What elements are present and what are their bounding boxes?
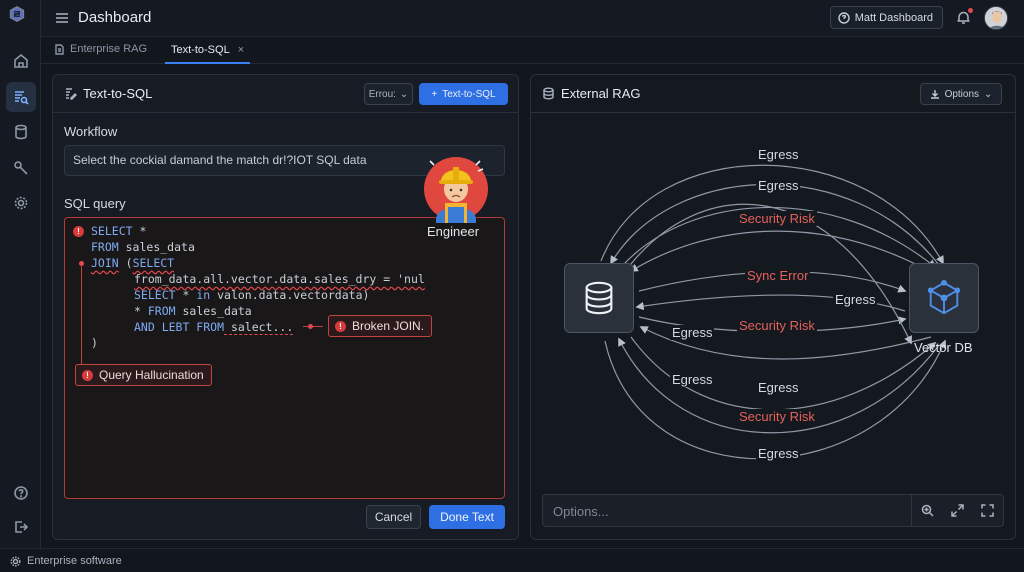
question-circle-icon <box>838 11 850 24</box>
rail-tools-icon[interactable] <box>6 153 36 183</box>
tab-text-to-sql[interactable]: Text-to-SQL × <box>165 37 251 64</box>
rail-settings-icon[interactable] <box>6 188 36 218</box>
rail-query-icon[interactable] <box>6 82 36 112</box>
edge-top-4 <box>629 230 930 272</box>
broken-join-error-badge[interactable]: ! Broken JOIN. <box>328 315 433 337</box>
menu-icon[interactable] <box>55 11 69 25</box>
chevron-down-icon: ⌄ <box>399 88 409 100</box>
edge-label-egress: Egress <box>670 372 715 387</box>
edge-label-egress: Egress <box>756 446 801 461</box>
mode-select-value: Errou: <box>368 88 396 100</box>
database-stack-icon <box>585 281 613 315</box>
page-title: Dashboard <box>78 9 152 26</box>
bell-icon[interactable] <box>956 8 973 26</box>
document-icon <box>55 43 64 55</box>
fullscreen-icon[interactable] <box>981 504 995 517</box>
query-hallucination-error-badge[interactable]: ! Query Hallucination <box>75 364 212 386</box>
text-to-sql-button-label: Text-to-SQL <box>442 88 496 100</box>
status-label: Enterprise software <box>27 555 122 567</box>
rail-logout-icon[interactable] <box>6 512 36 542</box>
panel-title-label: Text-to-SQL <box>83 86 153 101</box>
edge-label-egress: Egress <box>756 380 801 395</box>
app-logo-icon[interactable] <box>9 6 31 28</box>
gear-icon <box>10 555 21 567</box>
edge-label-egress: Egress <box>833 292 878 307</box>
options-input[interactable]: Options... <box>542 494 1004 527</box>
chevron-down-icon: ⌄ <box>984 88 993 100</box>
edge-label-security-risk: Security Risk <box>737 409 817 424</box>
tab-close-icon[interactable]: × <box>238 44 244 56</box>
options-button[interactable]: Options ⌄ <box>920 83 1002 105</box>
breadcrumb-label: Enterprise RAG <box>70 43 148 55</box>
panel-header: Text-to-SQL Errou: ⌄ + Text-to-SQL <box>53 75 518 113</box>
sql-line-2: FROM sales_data <box>91 240 195 254</box>
broken-join-marker <box>308 324 313 329</box>
sql-line-3: JOIN (SELECT <box>91 256 175 270</box>
tab-bar: Enterprise RAG Text-to-SQL × <box>41 37 1024 64</box>
sql-query-label: SQL query <box>64 196 126 211</box>
workflow-label: Workflow <box>64 124 118 139</box>
database-icon <box>543 87 554 100</box>
status-text: Enterprise software <box>10 555 122 567</box>
breadcrumb[interactable]: Enterprise RAG <box>54 43 147 55</box>
edge-label-security-risk: Security Risk <box>737 318 817 333</box>
edge-label-sync-error: Sync Error <box>745 268 811 283</box>
error-icon: ! <box>82 369 93 381</box>
rag-flow-diagram: Vector DB Egress Egress Security Risk Sy… <box>531 113 1017 485</box>
edge-label-egress: Egress <box>756 147 801 162</box>
panel-title: External RAG <box>542 86 640 101</box>
panel-title-label: External RAG <box>561 86 641 101</box>
sql-line-7: AND LEBT FROM salect... <box>134 320 294 335</box>
edge-label-egress: Egress <box>756 178 801 193</box>
edit-document-icon <box>66 88 77 100</box>
topbar: Dashboard Matt Dashboard <box>41 0 1024 37</box>
error-connector-line <box>81 266 82 370</box>
help-account-button[interactable]: Matt Dashboard <box>829 6 943 29</box>
cancel-button[interactable]: Cancel <box>366 505 421 529</box>
sql-line-4: from_data.all.vector.data.sales_dry = 'n… <box>134 272 425 286</box>
tab-label: Text-to-SQL <box>171 43 230 56</box>
expand-icon[interactable] <box>951 504 964 517</box>
options-input-placeholder: Options... <box>553 504 609 519</box>
sql-line-6: * FROM sales_data <box>134 304 252 318</box>
done-text-button[interactable]: Done Text <box>429 505 505 529</box>
text-to-sql-button[interactable]: + Text-to-SQL <box>419 83 508 105</box>
help-button-label: Matt Dashboard <box>854 11 933 24</box>
error-icon: ! <box>335 320 346 332</box>
engineer-label: Engineer <box>427 224 480 239</box>
vector-db-node[interactable] <box>909 263 979 333</box>
diagram-toolbar <box>911 495 1003 526</box>
edge-label-security-risk: Security Risk <box>737 211 817 226</box>
query-hallucination-label: Query Hallucination <box>99 368 204 382</box>
options-button-label: Options <box>944 88 980 100</box>
plus-icon: + <box>431 88 438 100</box>
edge-label-egress: Egress <box>670 325 715 340</box>
left-rail <box>0 0 41 548</box>
rail-database-icon[interactable] <box>6 117 36 147</box>
source-database-node[interactable] <box>564 263 634 333</box>
rail-help-icon[interactable] <box>6 478 36 508</box>
text-to-sql-panel: Text-to-SQL Errou: ⌄ + Text-to-SQL Workf… <box>52 74 519 540</box>
vector-cube-icon <box>927 279 961 315</box>
download-icon <box>930 90 939 99</box>
mode-select[interactable]: Errou: ⌄ <box>364 83 413 105</box>
notification-dot <box>968 8 973 13</box>
broken-join-connector <box>303 326 323 327</box>
rail-home-icon[interactable] <box>6 46 36 76</box>
panel-header: External RAG Options ⌄ <box>531 75 1015 113</box>
sql-line-1: SELECT * <box>91 224 147 238</box>
vector-db-label: Vector DB <box>914 340 973 355</box>
status-bar: Enterprise software <box>0 548 1024 572</box>
sql-line-8: ) <box>91 336 98 350</box>
zoom-in-icon[interactable] <box>921 504 934 517</box>
panel-title: Text-to-SQL <box>64 86 152 101</box>
sql-line-5: SELECT * in valon.data.vectordata) <box>134 288 370 302</box>
external-rag-panel: External RAG Options ⌄ Vector DB Egress … <box>530 74 1016 540</box>
sql-editor[interactable]: ! SELECT * FROM sales_data JOIN (SELECT … <box>64 217 505 499</box>
broken-join-label: Broken JOIN. <box>352 319 425 333</box>
error-icon: ! <box>73 226 84 237</box>
avatar[interactable] <box>984 6 1008 30</box>
